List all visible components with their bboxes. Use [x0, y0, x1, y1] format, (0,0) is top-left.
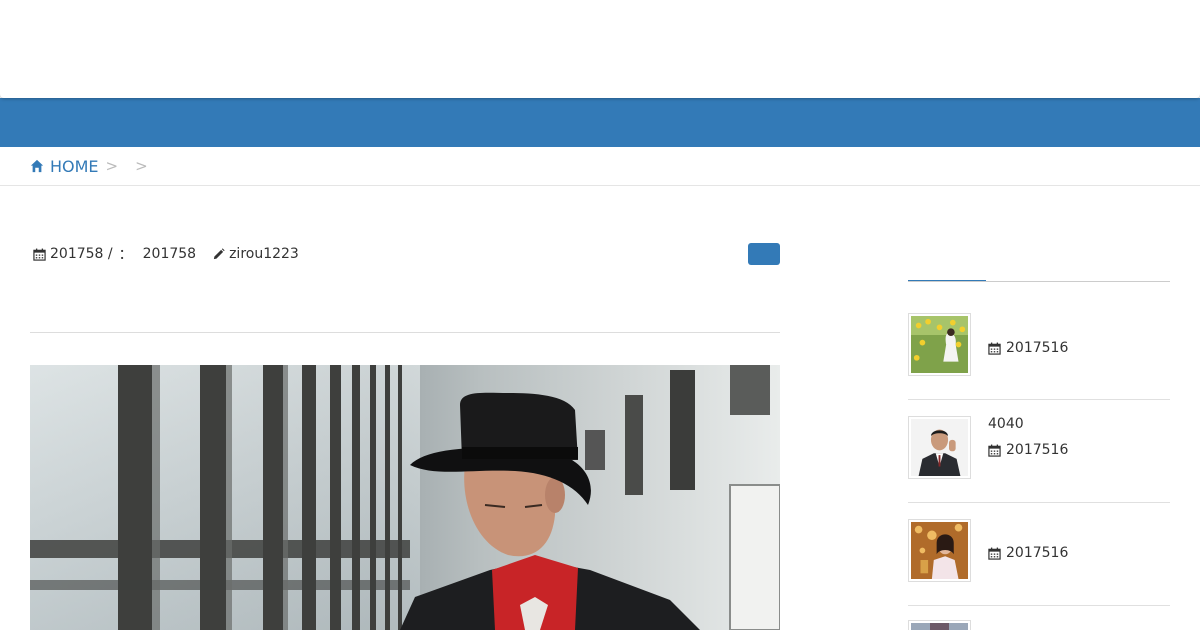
calendar-icon: [988, 342, 1001, 355]
calendar-icon: [33, 248, 46, 261]
sidebar-post-item[interactable]: 2017516: [908, 297, 1170, 400]
site-header: [0, 0, 1200, 98]
post-modified-label: ：: [118, 247, 133, 263]
breadcrumb-home-label: HOME: [50, 156, 99, 176]
post-thumbnail[interactable]: [908, 620, 971, 630]
sidebar-heading-rule: [908, 281, 1170, 282]
pencil-icon: [213, 247, 225, 259]
sidebar-post-item[interactable]: 4040 2017516: [908, 400, 1170, 503]
post-author[interactable]: zirou1223: [229, 246, 299, 262]
title-divider: [30, 332, 780, 333]
sidebar-post-date: 2017516: [988, 340, 1068, 356]
post-modified-date: 201758: [142, 246, 197, 262]
post-thumbnail[interactable]: [908, 313, 971, 376]
calendar-icon: [988, 444, 1001, 457]
post-meta: 201758 / ： 201758 zirou1223: [33, 244, 299, 264]
calendar-icon: [988, 547, 1001, 560]
home-icon: [30, 159, 44, 173]
category-badge[interactable]: [748, 243, 780, 265]
sidebar-post-item[interactable]: 2017516: [908, 503, 1170, 606]
breadcrumb-home-link[interactable]: HOME: [30, 157, 99, 176]
featured-image: [30, 365, 780, 630]
sidebar-post-date: 2017516: [988, 442, 1068, 458]
post-published-date: 201758 /: [50, 246, 113, 262]
breadcrumb-separator: >: [105, 157, 119, 175]
sidebar-post-title[interactable]: 4040: [988, 416, 1024, 432]
global-nav-bar[interactable]: [0, 98, 1200, 147]
breadcrumb: HOME > >: [0, 147, 1200, 186]
post-thumbnail[interactable]: [908, 416, 971, 479]
breadcrumb-separator: >: [135, 157, 148, 175]
post-thumbnail[interactable]: [908, 519, 971, 582]
sidebar-post-date: 2017516: [988, 545, 1068, 561]
